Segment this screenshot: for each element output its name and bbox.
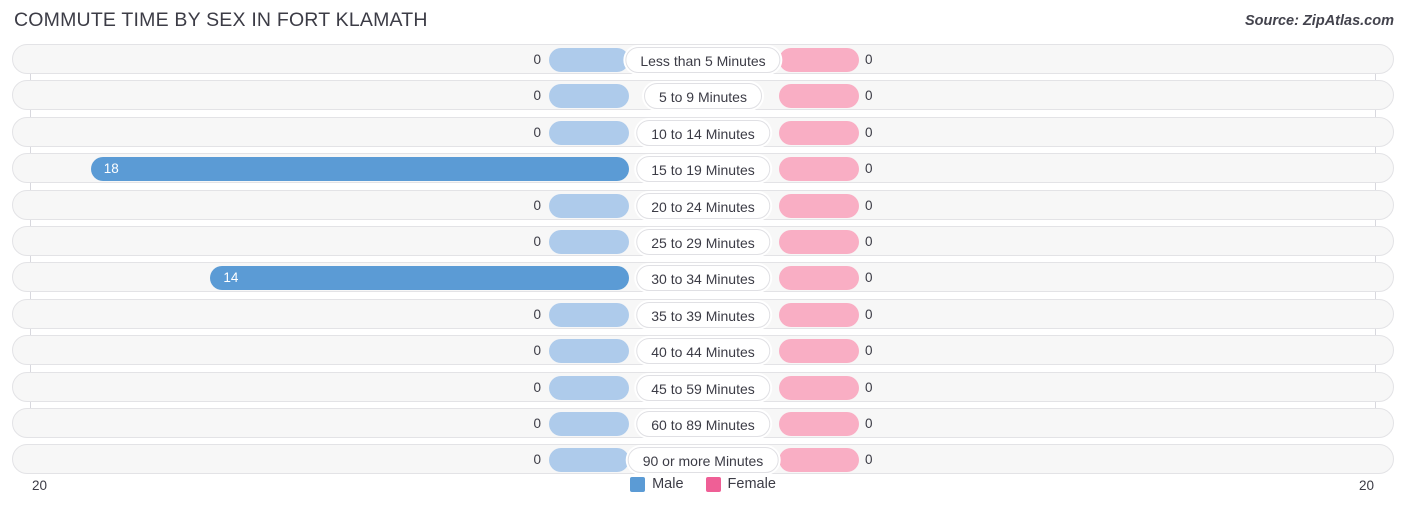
bar-row[interactable]: 0 0 20 to 24 Minutes — [12, 189, 1394, 220]
bar-value-female: 0 — [865, 270, 873, 286]
bar-male[interactable] — [549, 302, 629, 327]
legend-swatch-icon — [630, 476, 646, 492]
bar-value-female: 0 — [865, 306, 873, 322]
bar-male[interactable] — [549, 48, 629, 72]
bar-male[interactable] — [549, 229, 629, 254]
bar-female[interactable] — [779, 411, 859, 436]
bar-value-male: 0 — [533, 306, 541, 322]
bar-male[interactable] — [549, 375, 629, 400]
bar-row[interactable]: 0 0 5 to 9 Minutes — [12, 80, 1394, 111]
bar-male[interactable]: 14 — [210, 266, 629, 291]
chart-header: COMMUTE TIME BY SEX IN FORT KLAMATH Sour… — [0, 0, 1406, 44]
bar-value-male: 0 — [533, 379, 541, 395]
bar-row[interactable]: 0 0 90 or more Minutes — [12, 444, 1394, 475]
bar-value-female: 0 — [865, 343, 873, 359]
bar-female[interactable] — [779, 448, 859, 473]
category-label-pill: 40 to 44 Minutes — [636, 338, 770, 365]
bar-value-male: 0 — [533, 88, 541, 104]
bar-value-male: 0 — [533, 124, 541, 140]
bar-male[interactable]: 18 — [90, 157, 629, 182]
bar-male[interactable] — [549, 448, 629, 473]
bar-value-male: 14 — [223, 270, 239, 286]
category-label-pill: 30 to 34 Minutes — [636, 265, 770, 292]
bar-value-female: 0 — [865, 88, 873, 104]
bar-rows-container: 0 0 Less than 5 Minutes 0 0 5 to 9 Minutes 0 0 1… — [12, 44, 1394, 475]
category-label-pill: 5 to 9 Minutes — [644, 83, 762, 110]
category-label-pill: Less than 5 Minutes — [625, 47, 781, 73]
bar-female[interactable] — [779, 120, 859, 145]
category-label-pill: 15 to 19 Minutes — [636, 156, 770, 183]
bar-value-female: 0 — [865, 233, 873, 249]
bar-male[interactable] — [549, 411, 629, 436]
bar-female[interactable] — [779, 375, 859, 400]
category-label-pill: 25 to 29 Minutes — [636, 228, 770, 255]
category-label-pill: 10 to 14 Minutes — [636, 119, 770, 146]
legend-swatch-icon — [705, 476, 721, 492]
bar-row[interactable]: 14 0 30 to 34 Minutes — [12, 262, 1394, 293]
bar-female[interactable] — [779, 266, 859, 291]
bar-row[interactable]: 0 0 60 to 89 Minutes — [12, 407, 1394, 438]
bar-value-female: 0 — [865, 52, 873, 67]
bar-row[interactable]: 0 0 45 to 59 Minutes — [12, 371, 1394, 402]
bar-female[interactable] — [779, 302, 859, 327]
legend-label: Male — [652, 476, 684, 492]
chart-plot-area: 0 0 Less than 5 Minutes 0 0 5 to 9 Minutes 0 0 1… — [12, 44, 1394, 475]
bar-male[interactable] — [549, 120, 629, 145]
category-label-pill: 45 to 59 Minutes — [636, 374, 770, 401]
category-label-pill: 20 to 24 Minutes — [636, 192, 770, 219]
bar-row[interactable]: 0 0 10 to 14 Minutes — [12, 116, 1394, 147]
legend-label: Female — [727, 476, 776, 492]
bar-value-female: 0 — [865, 161, 873, 177]
bar-male[interactable] — [549, 84, 629, 109]
legend-item-male[interactable]: Male — [630, 476, 684, 492]
bar-male[interactable] — [549, 193, 629, 218]
bar-value-male: 0 — [533, 343, 541, 359]
category-label-pill: 60 to 89 Minutes — [636, 410, 770, 437]
bar-row[interactable]: 0 0 35 to 39 Minutes — [12, 298, 1394, 329]
bar-male[interactable] — [549, 339, 629, 364]
bar-row[interactable]: 18 0 15 to 19 Minutes — [12, 153, 1394, 184]
bar-female[interactable] — [779, 193, 859, 218]
bar-female[interactable] — [779, 229, 859, 254]
category-label-pill: 35 to 39 Minutes — [636, 301, 770, 328]
bar-value-female: 0 — [865, 452, 873, 468]
bar-value-male: 0 — [533, 197, 541, 213]
axis-max-right-label: 20 — [1358, 478, 1374, 493]
bar-value-male: 0 — [533, 415, 541, 431]
bar-row[interactable]: 0 0 Less than 5 Minutes — [12, 44, 1394, 74]
bar-value-male: 0 — [533, 233, 541, 249]
legend-item-female[interactable]: Female — [705, 476, 776, 492]
bar-value-male: 0 — [533, 452, 541, 468]
bar-female[interactable] — [779, 339, 859, 364]
bar-row[interactable]: 0 0 25 to 29 Minutes — [12, 225, 1394, 256]
bar-female[interactable] — [779, 157, 859, 182]
bar-value-male: 0 — [533, 52, 541, 67]
bar-value-male: 18 — [103, 161, 119, 177]
bar-row[interactable]: 0 0 40 to 44 Minutes — [12, 335, 1394, 366]
bar-value-female: 0 — [865, 415, 873, 431]
bar-female[interactable] — [779, 48, 859, 72]
bar-value-female: 0 — [865, 379, 873, 395]
chart-footer: 20 Male Female 20 — [12, 474, 1394, 508]
bar-value-female: 0 — [865, 124, 873, 140]
bar-female[interactable] — [779, 84, 859, 109]
bar-value-female: 0 — [865, 197, 873, 213]
category-label-pill: 90 or more Minutes — [627, 447, 779, 474]
chart-legend: Male Female — [12, 476, 1394, 492]
source-attribution: Source: ZipAtlas.com — [1244, 13, 1394, 29]
page-title: COMMUTE TIME BY SEX IN FORT KLAMATH — [14, 9, 428, 31]
